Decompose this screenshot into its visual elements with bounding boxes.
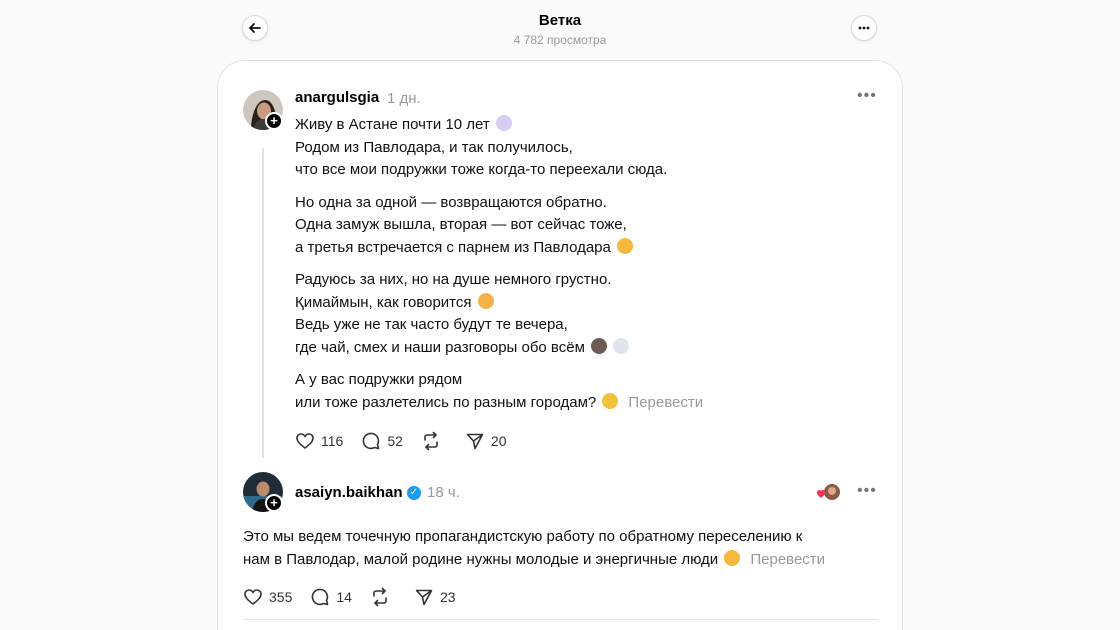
heart-emoji-icon [495,115,512,131]
translate-link[interactable]: Перевести [750,551,825,568]
verified-badge-icon: ✓ [407,486,421,500]
post-line: Но одна за одной — возвращаются обратно. [295,193,607,211]
post-line: Қимаймын, как говорится [295,293,472,311]
grimacing-emoji-icon [477,292,494,309]
like-count: 355 [269,589,293,605]
more-button[interactable] [851,15,877,41]
reply-username[interactable]: asaiyn.baikhan [295,484,403,501]
post-actions: 116 52 20 [295,431,524,451]
reply-line: Это мы ведем точечную пропагандистскую р… [243,528,803,545]
post-line: что все мои подружки тоже когда-то перее… [295,161,668,178]
reply-actions: 355 14 23 [243,587,474,607]
smiling-face-hearts-emoji-icon [617,237,634,254]
post-line: Родом из Павлодара, и так получилось, [295,138,573,156]
tea-emoji-icon [591,337,608,354]
post-line: Радуюсь за них, но на душе немного груст… [295,271,612,288]
post-username[interactable]: anargulsgia [295,89,379,106]
comment-button[interactable]: 52 [361,431,403,451]
heart-icon [244,589,262,605]
comment-count: 52 [387,433,403,449]
post-menu-icon[interactable]: ••• [857,87,877,105]
sunglasses-emoji-icon [724,549,741,566]
post-line: А у вас подружки рядом [295,371,463,388]
views-count: 4 782 просмотра [513,33,607,47]
like-button[interactable]: 116 [295,431,343,451]
post-line: Живу в Астане почти 10 лет [295,116,490,133]
heart-icon [296,433,314,449]
post-line: или тоже разлетелись по разным городам? [295,393,597,411]
comment-count: 14 [336,589,352,605]
repost-icon [424,431,438,451]
follow-plus-icon[interactable]: + [265,494,283,512]
post-body: Живу в Астане почти 10 лет Родом из Павл… [295,114,855,424]
liked-by-avatar-icon [817,484,840,500]
repost-button[interactable] [421,431,447,451]
more-horizontal-icon [858,26,870,30]
like-button[interactable]: 355 [243,587,292,607]
page-title: Ветка [538,12,582,29]
like-count: 116 [321,433,344,449]
translate-link[interactable]: Перевести [628,394,703,411]
send-icon [466,433,484,450]
share-button[interactable]: 23 [414,587,456,607]
reply-line: нам в Павлодар, малой родине нужны молод… [243,550,719,568]
comment-icon [311,588,329,606]
comment-icon [362,432,380,450]
yellow-heart-emoji-icon [602,392,619,409]
post-line: где чай, смех и наши разговоры обо всём [295,338,585,356]
post-line: Одна замуж вышла, вторая — вот сейчас то… [295,216,627,233]
post-line: Ведь уже не так часто будут те вечера, [295,316,568,333]
share-count: 23 [439,589,456,605]
post-line: а третья встречается с парнем из Павлода… [295,238,611,256]
share-button[interactable]: 20 [465,431,507,451]
thread-line [262,148,264,458]
comment-button[interactable]: 14 [310,587,352,607]
reply-body: Это мы ведем точечную пропагандистскую р… [243,526,883,571]
post-time[interactable]: 1 дн. [387,90,421,107]
follow-plus-icon[interactable]: + [265,112,283,130]
speech-bubble-emoji-icon [613,337,630,354]
divider [243,619,878,620]
reply-menu-icon[interactable]: ••• [857,482,877,500]
send-icon [415,589,433,606]
repost-button[interactable] [370,587,396,607]
reply-time[interactable]: 18 ч. [427,484,460,501]
share-count: 20 [490,433,507,449]
repost-icon [373,587,387,607]
